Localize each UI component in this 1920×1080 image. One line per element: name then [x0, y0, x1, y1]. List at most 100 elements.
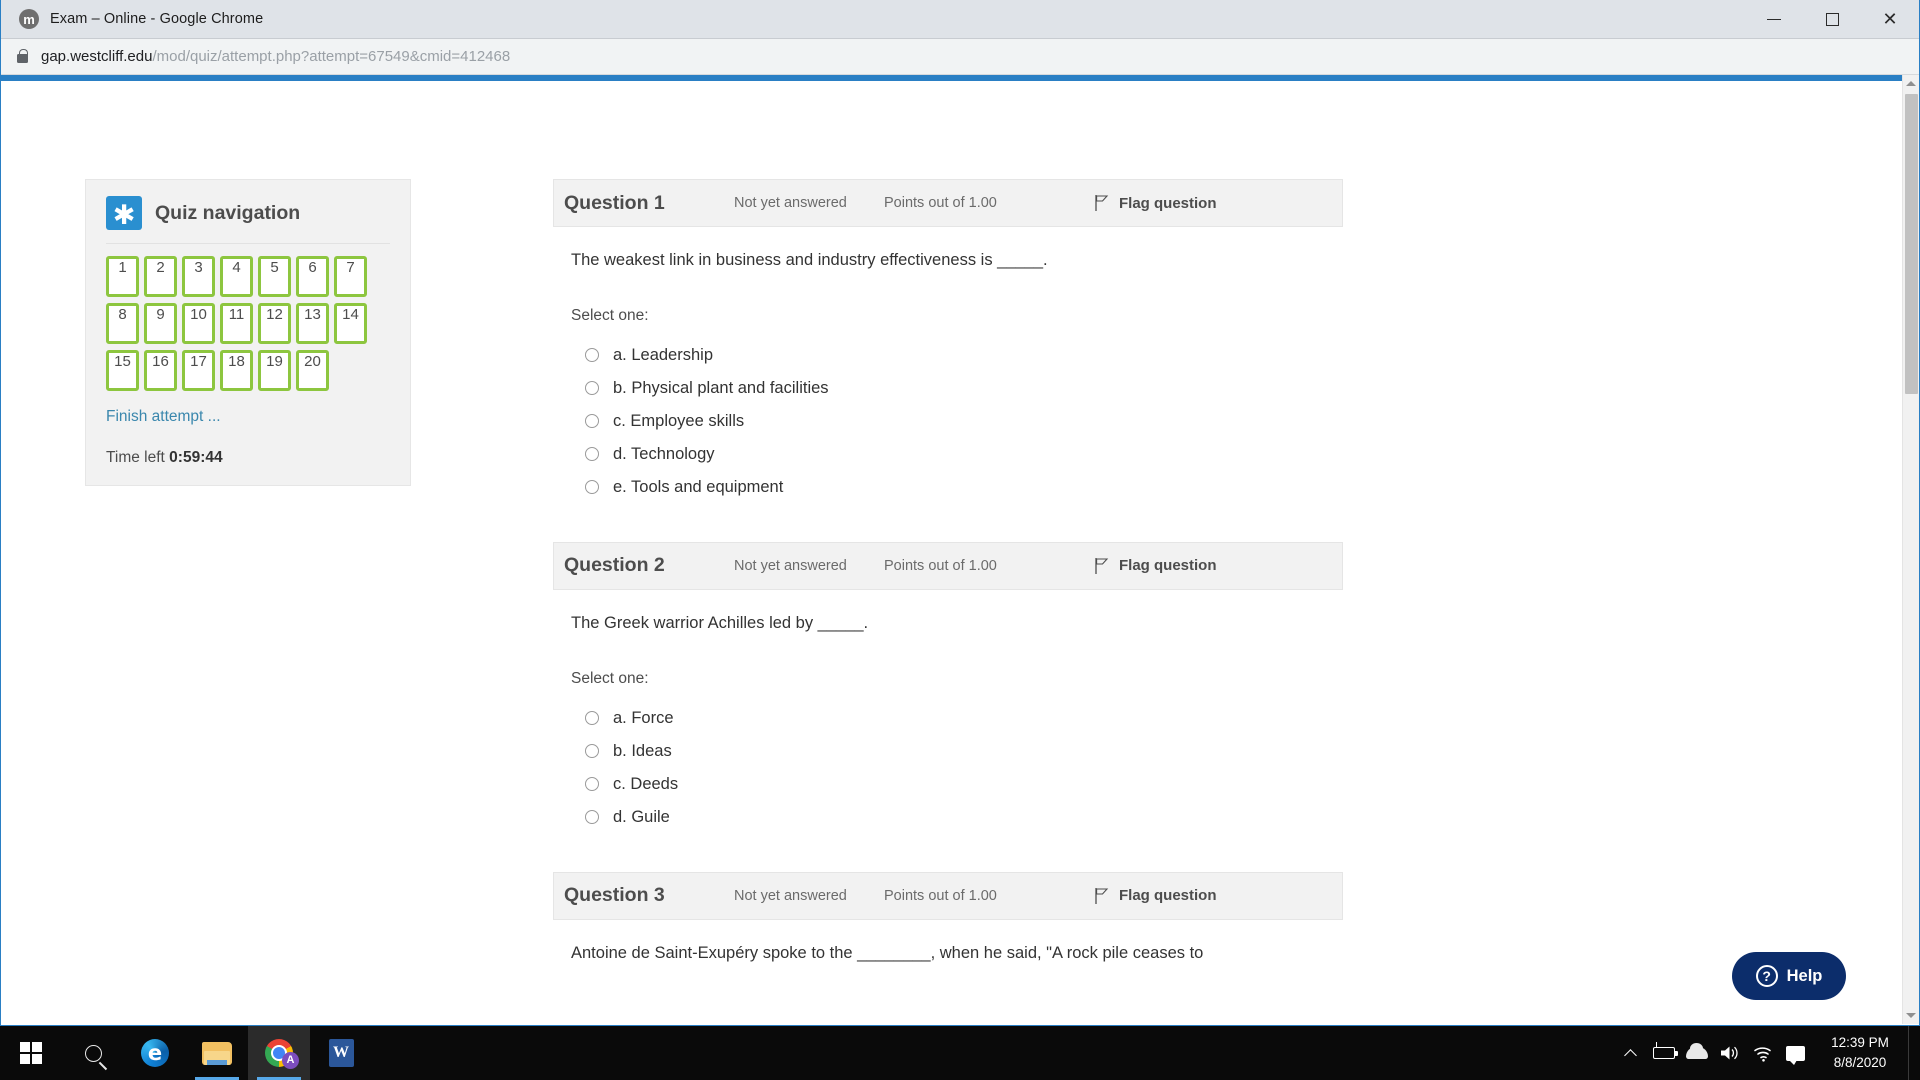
- file-explorer-button[interactable]: [186, 1026, 248, 1080]
- radio-button[interactable]: [585, 348, 599, 363]
- url-text: gap.westcliff.edu/mod/quiz/attempt.php?a…: [41, 48, 510, 65]
- scroll-down-button[interactable]: [1903, 1007, 1919, 1024]
- browser-viewport: ✱ Quiz navigation 1 2 3 4 5 6 7 8 9 10 1…: [1, 75, 1919, 1024]
- action-center-button[interactable]: [1779, 1026, 1812, 1080]
- clock-time: 12:39 PM: [1831, 1035, 1889, 1051]
- flag-question-button[interactable]: Flag question: [1094, 887, 1217, 905]
- chevron-up-icon: [1906, 81, 1916, 86]
- radio-button[interactable]: [585, 447, 599, 462]
- radio-button[interactable]: [585, 711, 599, 726]
- chrome-profile-badge: A: [282, 1052, 299, 1069]
- flag-question-label: Flag question: [1119, 557, 1217, 575]
- question-nav-button[interactable]: 14: [334, 303, 367, 344]
- show-desktop-button[interactable]: [1908, 1026, 1920, 1080]
- answer-option[interactable]: a. Force: [571, 702, 1343, 735]
- lock-icon: [17, 48, 28, 63]
- flag-question-button[interactable]: Flag question: [1094, 194, 1217, 212]
- question-nav-button[interactable]: 7: [334, 256, 367, 297]
- edge-button[interactable]: e: [124, 1026, 186, 1080]
- question-nav-button[interactable]: 13: [296, 303, 329, 344]
- maximize-button[interactable]: [1803, 0, 1861, 39]
- question-nav-button[interactable]: 20: [296, 350, 329, 391]
- start-button[interactable]: [0, 1026, 62, 1080]
- question-nav-button[interactable]: 9: [144, 303, 177, 344]
- questions-column: Question 1 Not yet answered Points out o…: [553, 179, 1343, 1004]
- volume-button[interactable]: [1713, 1026, 1746, 1080]
- network-button[interactable]: [1746, 1026, 1779, 1080]
- radio-button[interactable]: [585, 414, 599, 429]
- answer-options: a. Force b. Ideas c. Deeds d. Guile: [571, 702, 1343, 834]
- question-nav-button[interactable]: 6: [296, 256, 329, 297]
- answer-options: a. Leadership b. Physical plant and faci…: [571, 339, 1343, 504]
- moodle-icon: m: [19, 9, 39, 29]
- question-header: Question 3 Not yet answered Points out o…: [553, 871, 1343, 920]
- radio-button[interactable]: [585, 381, 599, 396]
- scrollbar-thumb[interactable]: [1905, 94, 1918, 394]
- question-nav-button[interactable]: 15: [106, 350, 139, 391]
- close-button[interactable]: ✕: [1861, 0, 1919, 39]
- question-number: Question 1: [564, 191, 665, 214]
- quiz-navigation-block: ✱ Quiz navigation 1 2 3 4 5 6 7 8 9 10 1…: [85, 179, 411, 486]
- radio-button[interactable]: [585, 810, 599, 825]
- chrome-button[interactable]: A: [248, 1026, 310, 1080]
- vertical-scrollbar[interactable]: [1902, 75, 1919, 1024]
- question-nav-button[interactable]: 19: [258, 350, 291, 391]
- answer-option-label: b. Ideas: [613, 741, 672, 760]
- answer-option[interactable]: e. Tools and equipment: [571, 471, 1343, 504]
- scroll-up-button[interactable]: [1903, 75, 1919, 92]
- chevron-down-icon: [1906, 1013, 1916, 1018]
- show-hidden-icons-button[interactable]: [1614, 1026, 1647, 1080]
- answer-option[interactable]: b. Physical plant and facilities: [571, 372, 1343, 405]
- select-one-label: Select one:: [571, 306, 649, 324]
- question-block: Question 1 Not yet answered Points out o…: [553, 179, 1343, 504]
- question-nav-button[interactable]: 2: [144, 256, 177, 297]
- answer-option[interactable]: a. Leadership: [571, 339, 1343, 372]
- radio-button[interactable]: [585, 480, 599, 495]
- question-nav-button[interactable]: 3: [182, 256, 215, 297]
- question-nav-button[interactable]: 18: [220, 350, 253, 391]
- radio-button[interactable]: [585, 744, 599, 759]
- question-nav-button[interactable]: 17: [182, 350, 215, 391]
- search-button[interactable]: [62, 1026, 124, 1080]
- time-left: Time left 0:59:44: [106, 449, 390, 467]
- answer-option-label: e. Tools and equipment: [613, 477, 784, 496]
- question-nav-button[interactable]: 16: [144, 350, 177, 391]
- flag-icon: [1095, 195, 1109, 211]
- clock[interactable]: 12:39 PM 8/8/2020: [1812, 1026, 1908, 1080]
- flag-question-label: Flag question: [1119, 887, 1217, 905]
- help-button[interactable]: ? Help: [1732, 952, 1846, 1000]
- question-body: The weakest link in business and industr…: [553, 227, 1343, 504]
- question-nav-button[interactable]: 5: [258, 256, 291, 297]
- quiz-navigation-header: ✱ Quiz navigation: [106, 196, 390, 230]
- question-nav-button[interactable]: 8: [106, 303, 139, 344]
- minimize-button[interactable]: [1745, 0, 1803, 39]
- question-nav-button[interactable]: 12: [258, 303, 291, 344]
- answer-option[interactable]: d. Technology: [571, 438, 1343, 471]
- question-circle-icon: ?: [1755, 965, 1778, 987]
- question-nav-button[interactable]: 11: [220, 303, 253, 344]
- question-nav-button[interactable]: 10: [182, 303, 215, 344]
- flag-question-button[interactable]: Flag question: [1094, 557, 1217, 575]
- finish-attempt-link[interactable]: Finish attempt ...: [106, 408, 390, 426]
- question-nav-button[interactable]: 1: [106, 256, 139, 297]
- answer-option[interactable]: c. Deeds: [571, 768, 1343, 801]
- title-bar: m Exam – Online - Google Chrome ✕: [1, 0, 1919, 39]
- battery-button[interactable]: [1647, 1026, 1680, 1080]
- word-button[interactable]: W: [310, 1026, 372, 1080]
- answer-option[interactable]: b. Ideas: [571, 735, 1343, 768]
- question-nav-button[interactable]: 4: [220, 256, 253, 297]
- answer-option[interactable]: c. Employee skills: [571, 405, 1343, 438]
- question-state: Not yet answered: [734, 195, 847, 211]
- url-path: /mod/quiz/attempt.php?attempt=67549&cmid…: [152, 48, 511, 65]
- battery-charging-icon: [1652, 1042, 1678, 1059]
- folder-icon: [202, 1041, 232, 1065]
- clock-date: 8/8/2020: [1833, 1055, 1887, 1070]
- answer-option[interactable]: d. Guile: [571, 801, 1343, 834]
- question-number: Question 3: [564, 884, 665, 907]
- radio-button[interactable]: [585, 777, 599, 792]
- system-tray: 12:39 PM 8/8/2020: [1614, 1026, 1920, 1080]
- help-button-label: Help: [1786, 966, 1823, 985]
- time-left-label: Time left: [106, 449, 165, 466]
- address-bar[interactable]: gap.westcliff.edu/mod/quiz/attempt.php?a…: [1, 39, 1919, 75]
- onedrive-button[interactable]: [1680, 1026, 1713, 1080]
